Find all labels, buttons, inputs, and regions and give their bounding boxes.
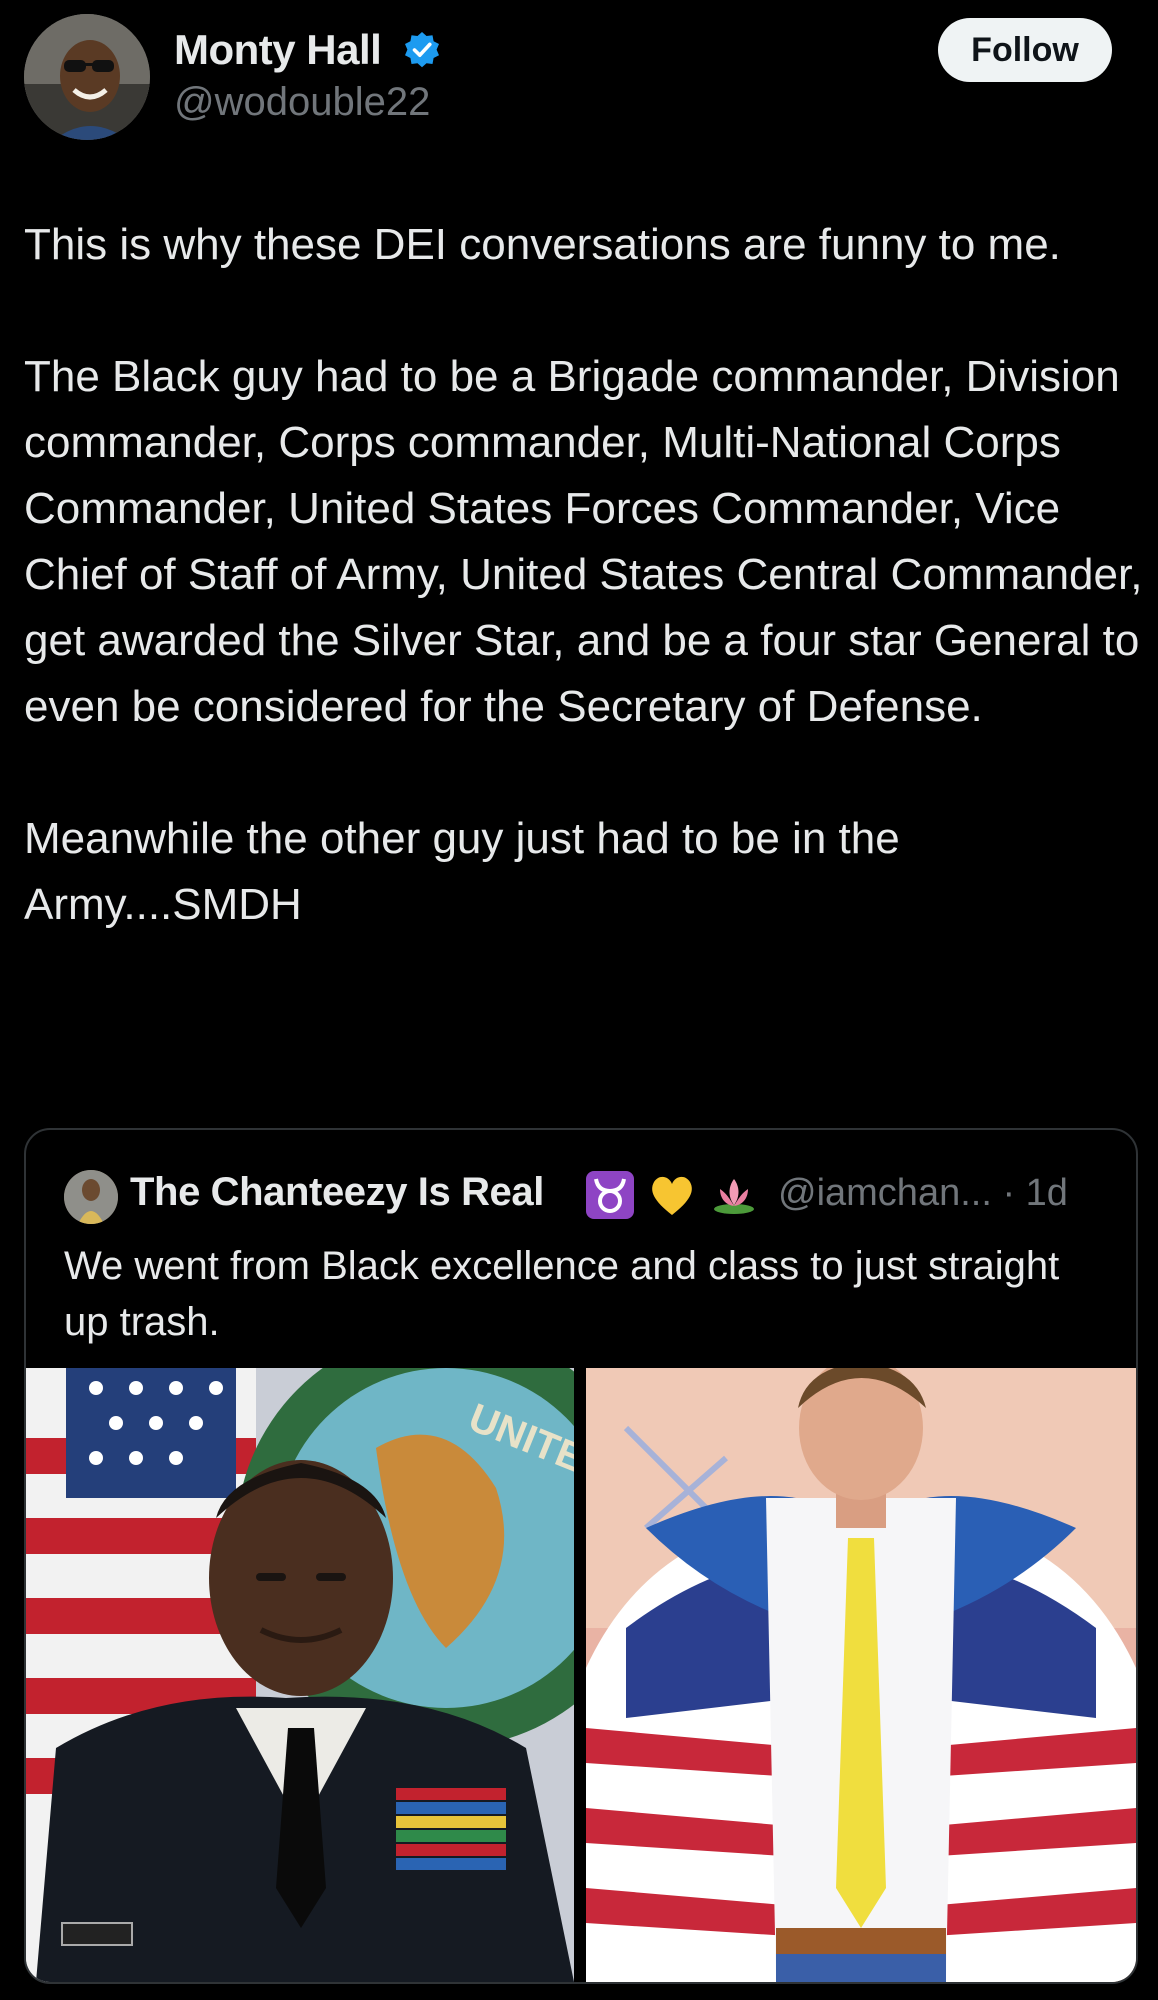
quoted-post-meta: @iamchan... · 1d [778, 1172, 1068, 1215]
quoted-post-text: We went from Black excellence and class … [64, 1244, 1060, 1344]
author-avatar[interactable] [24, 14, 150, 140]
post-body: This is why these DEI conversations are … [24, 212, 1144, 938]
taurus-icon [586, 1171, 634, 1219]
post-paragraph: The Black guy had to be a Brigade comman… [24, 352, 1143, 731]
author-name[interactable]: Monty Hall [174, 26, 382, 74]
man-flag-jacket-image[interactable] [586, 1368, 1136, 1982]
quoted-author-handle[interactable]: @iamchan... [778, 1172, 992, 1214]
post: Monty Hall @wodouble22 Follow This is wh… [0, 0, 1158, 2000]
lotus-icon [714, 1179, 754, 1214]
verified-badge-icon [405, 32, 439, 68]
yellow-heart-icon [652, 1176, 692, 1215]
general-portrait-image[interactable]: UNITED [26, 1368, 574, 1982]
follow-button[interactable]: Follow [938, 18, 1112, 82]
quoted-author-avatar[interactable] [64, 1170, 118, 1224]
quoted-author-name[interactable]: The Chanteezy Is Real [130, 1170, 544, 1215]
post-paragraph: This is why these DEI conversations are … [24, 220, 1061, 269]
quoted-author-emojis [584, 1168, 760, 1222]
author-handle[interactable]: @wodouble22 [174, 80, 430, 125]
post-paragraph: Meanwhile the other guy just had to be i… [24, 814, 900, 929]
quoted-post-time[interactable]: · 1d [1002, 1172, 1067, 1214]
quoted-post-card[interactable]: The Chanteezy Is Real @iamchan... · 1d W… [24, 1128, 1138, 1984]
